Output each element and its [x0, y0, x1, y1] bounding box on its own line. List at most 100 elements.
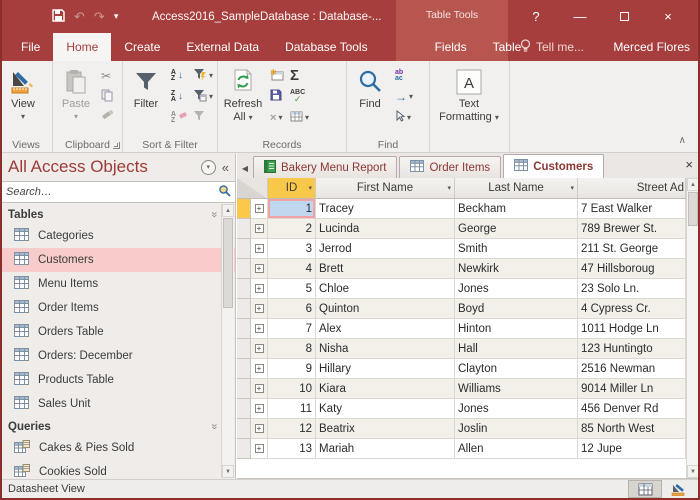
paste-dropdown-icon[interactable]: ▾ [74, 113, 78, 121]
nav-scrollbar[interactable]: ▲ ▼ [221, 204, 234, 478]
select-button[interactable]: ▾ [392, 107, 416, 128]
shutter-bar-close-icon[interactable]: « [222, 160, 229, 175]
close-button[interactable]: × [646, 0, 690, 33]
expand-subdatasheet[interactable]: + [251, 239, 268, 259]
row-selector[interactable] [237, 299, 251, 319]
row-selector[interactable] [237, 399, 251, 419]
collapse-ribbon-icon[interactable]: ∧ [679, 135, 686, 146]
doc-tab-customers[interactable]: Customers [503, 154, 604, 178]
first-name-filter-dropdown-icon[interactable]: ▾ [447, 184, 451, 192]
cell-street[interactable]: 1011 Hodge Ln [578, 319, 686, 339]
cell-id[interactable]: 7 [268, 319, 316, 339]
nav-scroll-thumb[interactable] [223, 218, 233, 308]
column-header-street[interactable]: Street Ad [578, 178, 686, 199]
cell-id[interactable]: 11 [268, 399, 316, 419]
cell-street[interactable]: 47 Hillsboroug [578, 259, 686, 279]
nav-item-order-items[interactable]: Order Items [2, 296, 235, 320]
cell-id[interactable]: 3 [268, 239, 316, 259]
expand-subdatasheet[interactable]: + [251, 399, 268, 419]
row-selector[interactable] [237, 379, 251, 399]
spelling-button[interactable]: ABC✓ [287, 86, 312, 107]
ribbon-tab-external-data[interactable]: External Data [173, 33, 272, 61]
cell-last-name[interactable]: Hall [455, 339, 578, 359]
row-selector[interactable] [237, 279, 251, 299]
close-document-icon[interactable]: × [685, 157, 693, 172]
last-name-filter-dropdown-icon[interactable]: ▾ [570, 184, 574, 192]
filter-button[interactable]: Filter [124, 63, 168, 111]
cell-first-name[interactable]: Brett [316, 259, 455, 279]
cell-first-name[interactable]: Katy [316, 399, 455, 419]
expand-subdatasheet[interactable]: + [251, 379, 268, 399]
cell-last-name[interactable]: Hinton [455, 319, 578, 339]
cell-id[interactable]: 10 [268, 379, 316, 399]
view-dropdown-icon[interactable]: ▾ [21, 113, 25, 121]
expand-subdatasheet[interactable]: + [251, 279, 268, 299]
ribbon-tab-file[interactable]: File [8, 33, 53, 61]
goto-button[interactable]: → ▾ [392, 86, 416, 107]
cell-id[interactable]: 12 [268, 419, 316, 439]
cell-street[interactable]: 456 Denver Rd [578, 399, 686, 419]
cell-street[interactable]: 2516 Newman [578, 359, 686, 379]
tell-me-box[interactable]: Tell me... [520, 33, 584, 61]
paste-button[interactable]: Paste ▾ [54, 63, 98, 121]
advanced-filter-button[interactable]: ▾ [190, 86, 216, 107]
cell-last-name[interactable]: Clayton [455, 359, 578, 379]
datasheet-vscrollbar[interactable]: ▲ ▼ [686, 178, 698, 478]
row-selector[interactable] [237, 419, 251, 439]
cell-first-name[interactable]: Lucinda [316, 219, 455, 239]
nav-item-menu-items[interactable]: Menu Items [2, 272, 235, 296]
more-records-button[interactable]: ▾ [287, 107, 312, 128]
refresh-all-button[interactable]: Refresh All ▾ [219, 63, 267, 124]
cell-first-name[interactable]: Kiara [316, 379, 455, 399]
expand-subdatasheet[interactable]: + [251, 439, 268, 459]
ribbon-tab-fields[interactable]: Fields [422, 33, 480, 61]
row-selector[interactable] [237, 319, 251, 339]
copy-button[interactable] [98, 86, 116, 107]
customize-qat-icon[interactable]: ▾ [114, 12, 119, 21]
nav-item-products-table[interactable]: Products Table [2, 368, 235, 392]
nav-group-header-queries[interactable]: Queries« [2, 416, 235, 436]
cell-street[interactable]: 4 Cypress Cr. [578, 299, 686, 319]
row-selector[interactable] [237, 359, 251, 379]
nav-item-orders-table[interactable]: Orders Table [2, 320, 235, 344]
cell-street[interactable]: 12 Jupe [578, 439, 686, 459]
row-selector[interactable] [237, 199, 251, 219]
row-selector[interactable] [237, 259, 251, 279]
tab-scroll-left-icon[interactable]: ◀ [237, 158, 253, 178]
selection-filter-button[interactable]: ▾ [190, 65, 216, 86]
cell-last-name[interactable]: Joslin [455, 419, 578, 439]
expand-subdatasheet[interactable]: + [251, 319, 268, 339]
collapse-group-icon[interactable]: « [208, 212, 220, 217]
column-header-first-name[interactable]: First Name ▾ [316, 178, 455, 199]
cell-last-name[interactable]: Beckham [455, 199, 578, 219]
new-record-button[interactable]: ✱ [267, 65, 287, 86]
collapse-group-icon[interactable]: « [208, 424, 220, 429]
nav-item-customers[interactable]: Customers [2, 248, 235, 272]
cell-id[interactable]: 1 [268, 199, 316, 219]
cell-last-name[interactable]: Boyd [455, 299, 578, 319]
nav-search-input[interactable] [2, 186, 218, 198]
ribbon-tab-database-tools[interactable]: Database Tools [272, 33, 381, 61]
cell-first-name[interactable]: Beatrix [316, 419, 455, 439]
expand-subdatasheet[interactable]: + [251, 219, 268, 239]
replace-button[interactable]: abac [392, 65, 416, 86]
cell-first-name[interactable]: Quinton [316, 299, 455, 319]
sort-ascending-button[interactable]: AZ ↓ [168, 65, 190, 86]
toggle-filter-button[interactable] [190, 107, 216, 128]
cell-last-name[interactable]: Jones [455, 399, 578, 419]
nav-search-icon[interactable] [218, 184, 231, 200]
column-header-last-name[interactable]: Last Name ▾ [455, 178, 578, 199]
find-button[interactable]: Find [348, 63, 392, 111]
grid-scroll-thumb[interactable] [688, 192, 698, 226]
expand-subdatasheet[interactable]: + [251, 259, 268, 279]
ribbon-tab-create[interactable]: Create [111, 33, 173, 61]
text-formatting-button[interactable]: A Text Formatting ▾ [431, 63, 507, 124]
ribbon-tab-home[interactable]: Home [53, 33, 111, 61]
cell-id[interactable]: 8 [268, 339, 316, 359]
cell-id[interactable]: 5 [268, 279, 316, 299]
cell-street[interactable]: 211 St. George [578, 239, 686, 259]
cell-last-name[interactable]: Newkirk [455, 259, 578, 279]
cell-street[interactable]: 123 Huntingto [578, 339, 686, 359]
expand-subdatasheet[interactable]: + [251, 199, 268, 219]
cell-id[interactable]: 6 [268, 299, 316, 319]
